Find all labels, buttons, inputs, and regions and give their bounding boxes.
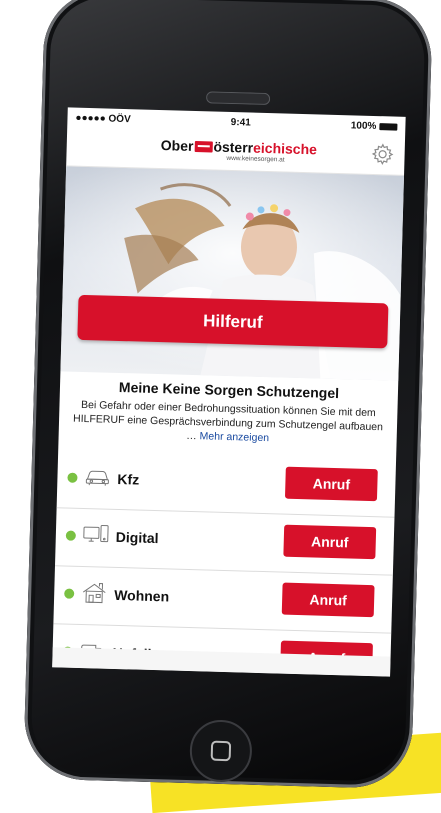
service-list: Kfz Anruf Digital Anruf Wohnen Anruf: [52, 450, 396, 677]
service-label: Digital: [115, 528, 159, 547]
earpiece-speaker: [205, 91, 271, 106]
info-description: Bei Gefahr oder einer Bedrohungssituatio…: [69, 398, 388, 449]
devices-icon: [83, 525, 109, 543]
brand-text-ober: Ober: [160, 137, 194, 154]
car-icon: [85, 470, 109, 486]
battery-icon: [379, 122, 398, 131]
status-dot: [64, 588, 75, 599]
battery-status: 100%: [351, 120, 398, 132]
status-dot: [67, 472, 78, 483]
hero-banner: Hilferuf: [60, 166, 405, 381]
app-screen: ●●●●● OÖV 9:41 100% Ober österr eichisch…: [52, 107, 406, 677]
service-row-kfz: Kfz Anruf: [57, 450, 396, 516]
home-square-icon: [210, 740, 232, 762]
home-button[interactable]: [189, 719, 253, 783]
service-label: Kfz: [117, 470, 140, 488]
call-button-digital[interactable]: Anruf: [283, 524, 377, 560]
call-button-wohnen[interactable]: Anruf: [281, 582, 375, 618]
call-button-kfz[interactable]: Anruf: [284, 466, 378, 502]
gear-icon[interactable]: [370, 142, 395, 167]
service-row-wohnen: Wohnen Anruf: [53, 565, 393, 633]
battery-percent: 100%: [350, 119, 377, 132]
brand-text-eichische: eichische: [252, 139, 318, 158]
info-section: Meine Keine Sorgen Schutzengel Bei Gefah…: [59, 371, 399, 448]
carrier-label: ●●●●● OÖV: [75, 112, 131, 125]
status-dot: [65, 530, 76, 541]
clock: 9:41: [230, 116, 251, 129]
service-label: Wohnen: [113, 586, 170, 605]
brand-text-oesterr: österr: [213, 138, 254, 156]
phone-frame: ●●●●● OÖV 9:41 100% Ober österr eichisch…: [23, 0, 433, 790]
brand-url: www.keinesorgen.at: [226, 154, 285, 164]
house-icon: [82, 582, 106, 604]
service-row-digital: Digital Anruf: [55, 507, 395, 575]
more-link[interactable]: Mehr anzeigen: [199, 430, 269, 444]
brand-emblem-icon: [194, 140, 213, 152]
hilferuf-button[interactable]: Hilferuf: [77, 294, 389, 349]
angel-photo: [60, 166, 405, 381]
